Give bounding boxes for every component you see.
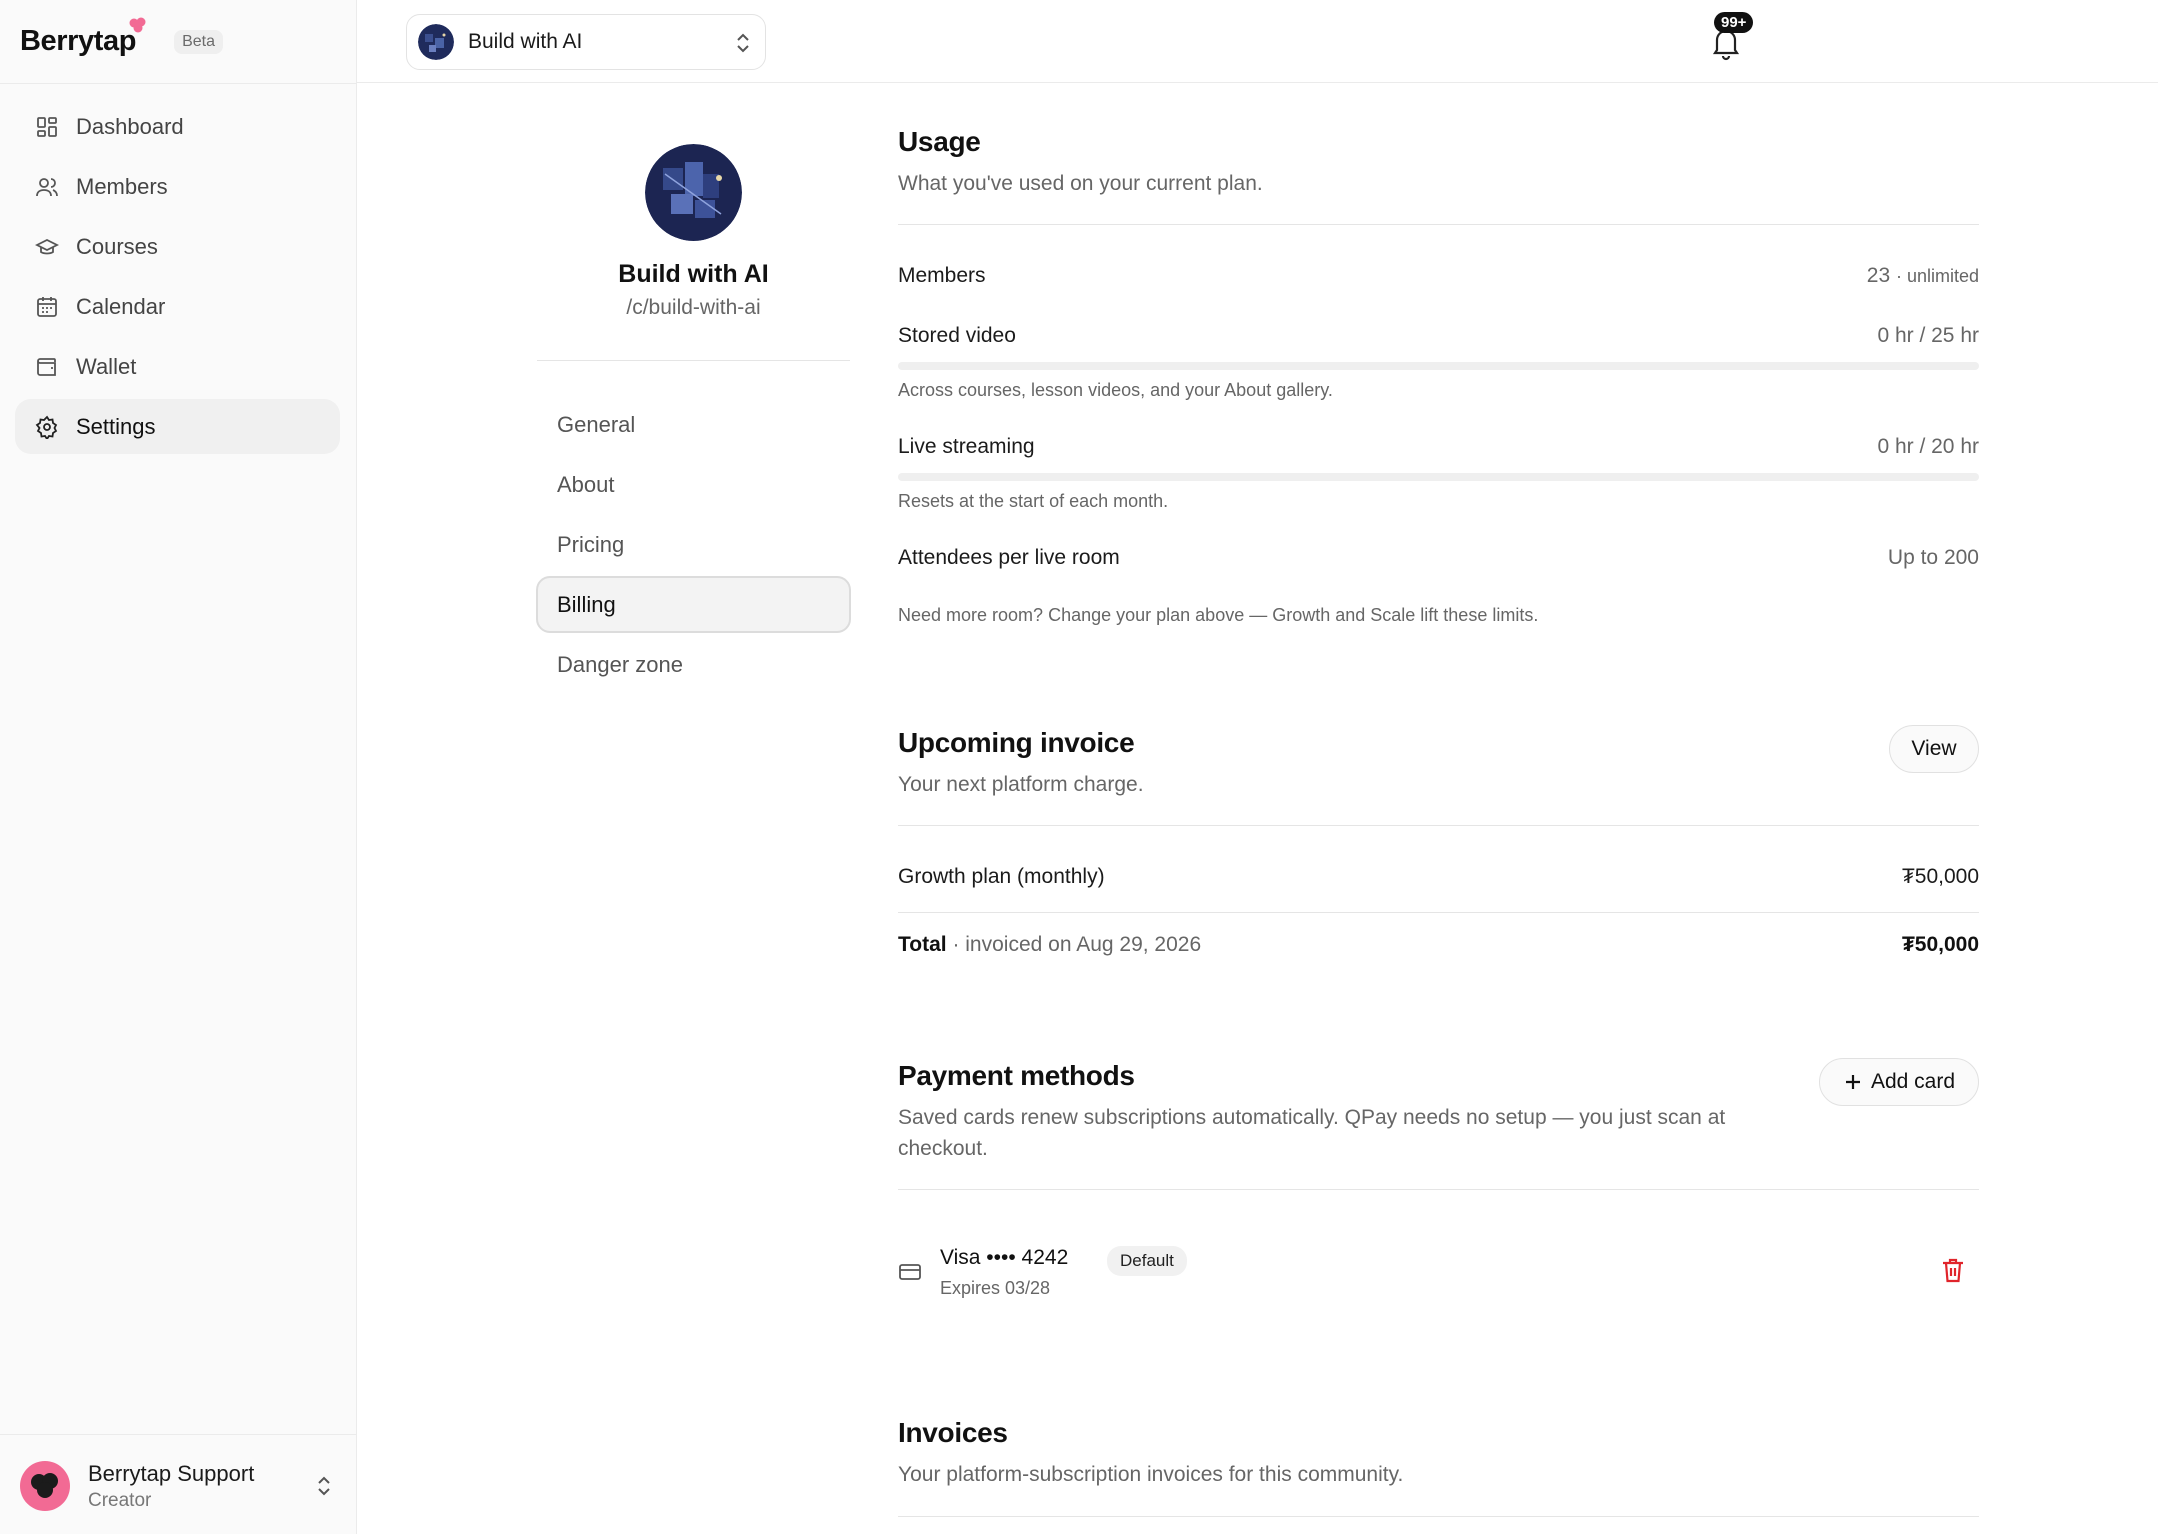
community-switcher[interactable]: Build with AI <box>406 14 766 70</box>
tab-general[interactable]: General <box>536 396 851 453</box>
card-expiry: Expires 03/28 <box>940 1278 1051 1298</box>
sidebar-item-label: Courses <box>76 233 158 259</box>
avatar <box>20 1461 70 1511</box>
sidebar: Berrytap Beta Dashboard Members Courses … <box>0 0 357 1534</box>
section-title: Upcoming invoice <box>898 727 1135 758</box>
usage-row-attendees: Attendees per live room Up to 200 <box>898 546 1979 570</box>
invoice-line-amount: ₮50,000 <box>1901 865 1979 888</box>
usage-progress-bar <box>898 362 1979 370</box>
view-invoice-button[interactable]: View <box>1889 725 1979 773</box>
profile-switcher[interactable]: Berrytap Support Creator <box>20 1458 337 1514</box>
section-subtitle: Your platform-subscription invoices for … <box>898 1463 1404 1486</box>
chevron-up-down-icon <box>318 1476 330 1496</box>
profile-text: Berrytap Support Creator <box>88 1461 254 1512</box>
tab-danger-zone[interactable]: Danger zone <box>536 636 851 693</box>
invoice-total-amount: ₮50,000 <box>1901 933 1979 956</box>
berry-icon <box>129 17 146 33</box>
community-avatar <box>418 24 454 60</box>
usage-progress-bar <box>898 473 1979 481</box>
sidebar-item-wallet[interactable]: Wallet <box>15 339 340 394</box>
plus-icon <box>1845 1075 1860 1089</box>
card-name: Visa •••• 4242 <box>940 1246 1069 1269</box>
sidebar-nav: Dashboard Members Courses Calendar Walle… <box>15 99 340 459</box>
divider <box>898 912 1979 914</box>
community-switcher-label: Build with AI <box>468 30 583 53</box>
tab-pricing[interactable]: Pricing <box>536 516 851 573</box>
invoice-line: Growth plan (monthly) ₮50,000 <box>898 865 1979 889</box>
beta-badge: Beta <box>174 29 223 54</box>
usage-note: Resets at the start of each month. <box>898 491 1169 511</box>
section-subtitle: Saved cards renew subscriptions automati… <box>898 1106 1726 1160</box>
community-slug: /c/build-with-ai <box>626 296 761 319</box>
invoice-total-label: Total · invoiced on Aug 29, 2026 <box>898 933 1202 956</box>
trash-icon[interactable] <box>1940 1256 1966 1284</box>
usage-section: Usage What you've used on your current p… <box>898 126 1979 199</box>
sidebar-item-members[interactable]: Members <box>15 159 340 214</box>
settings-nav: General About Pricing Billing Danger zon… <box>536 396 851 696</box>
dashboard-icon <box>34 114 60 140</box>
usage-label: Live streaming <box>898 435 1035 458</box>
sidebar-item-dashboard[interactable]: Dashboard <box>15 99 340 154</box>
section-subtitle: Your next platform charge. <box>898 773 1144 796</box>
tab-about[interactable]: About <box>536 456 851 513</box>
usage-row-stored-video: Stored video 0 hr / 25 hr <box>898 324 1979 348</box>
divider <box>898 1516 1979 1518</box>
usage-value: 0 hr / 20 hr <box>1877 435 1979 458</box>
profile-name: Berrytap Support <box>88 1460 255 1486</box>
community-name: Build with AI <box>618 260 769 288</box>
section-title: Usage <box>898 126 981 157</box>
sidebar-item-label: Wallet <box>76 353 137 379</box>
sidebar-item-label: Members <box>76 173 168 199</box>
section-title: Payment methods <box>898 1060 1135 1091</box>
payment-methods-section: Payment methods Saved cards renew subscr… <box>898 1060 1778 1164</box>
usage-label: Members <box>898 264 986 287</box>
usage-value: Up to 200 <box>1887 546 1979 569</box>
berry-icon <box>31 1473 58 1498</box>
graduation-cap-icon <box>34 234 60 260</box>
community-avatar-large <box>645 144 742 241</box>
profile-role: Creator <box>88 1489 152 1511</box>
invoice-total: Total · invoiced on Aug 29, 2026 ₮50,000 <box>898 933 1979 957</box>
usage-label: Stored video <box>898 324 1016 347</box>
sidebar-item-label: Dashboard <box>76 113 184 139</box>
wallet-icon <box>34 354 60 380</box>
usage-footer-note: Need more room? Change your plan above —… <box>898 605 1539 625</box>
upcoming-invoice-section: Upcoming invoice Your next platform char… <box>898 727 1979 800</box>
calendar-icon <box>34 294 60 320</box>
usage-value: 23 · unlimited <box>1866 264 1979 287</box>
add-card-button[interactable]: Add card <box>1819 1058 1979 1106</box>
section-title: Invoices <box>898 1417 1008 1448</box>
notification-badge: 99+ <box>1714 12 1754 33</box>
divider <box>898 1189 1979 1191</box>
sidebar-item-settings[interactable]: Settings <box>15 399 340 454</box>
usage-value: 0 hr / 25 hr <box>1877 324 1979 347</box>
topbar: Build with AI <box>357 0 2158 83</box>
brand[interactable]: Berrytap Beta <box>20 0 223 83</box>
default-badge: Default <box>1107 1246 1187 1276</box>
chevron-up-down-icon <box>737 33 749 53</box>
invoices-section: Invoices Your platform-subscription invo… <box>898 1417 1979 1490</box>
usage-note: Across courses, lesson videos, and your … <box>898 380 1333 400</box>
gear-icon <box>34 414 60 440</box>
invoice-line-label: Growth plan (monthly) <box>898 865 1105 888</box>
credit-card-icon <box>899 1264 921 1280</box>
usage-row-live-streaming: Live streaming 0 hr / 20 hr <box>898 435 1979 459</box>
divider <box>898 825 1979 827</box>
tab-billing[interactable]: Billing <box>536 576 851 633</box>
sidebar-item-label: Calendar <box>76 293 166 319</box>
users-icon <box>34 174 60 200</box>
divider <box>898 224 1979 226</box>
sidebar-footer-divider <box>0 1434 357 1436</box>
sidebar-divider <box>0 83 357 85</box>
add-card-label: Add card <box>1870 1070 1956 1093</box>
settings-divider <box>537 360 850 362</box>
usage-row-members: Members 23 · unlimited <box>898 264 1979 288</box>
sidebar-item-courses[interactable]: Courses <box>15 219 340 274</box>
sidebar-item-label: Settings <box>76 413 156 439</box>
section-subtitle: What you've used on your current plan. <box>898 172 1263 195</box>
brand-logo: Berrytap <box>20 17 146 58</box>
usage-label: Attendees per live room <box>898 546 1120 569</box>
payment-card-row: Visa •••• 4242 Default Expires 03/28 <box>898 1244 1979 1304</box>
sidebar-item-calendar[interactable]: Calendar <box>15 279 340 334</box>
